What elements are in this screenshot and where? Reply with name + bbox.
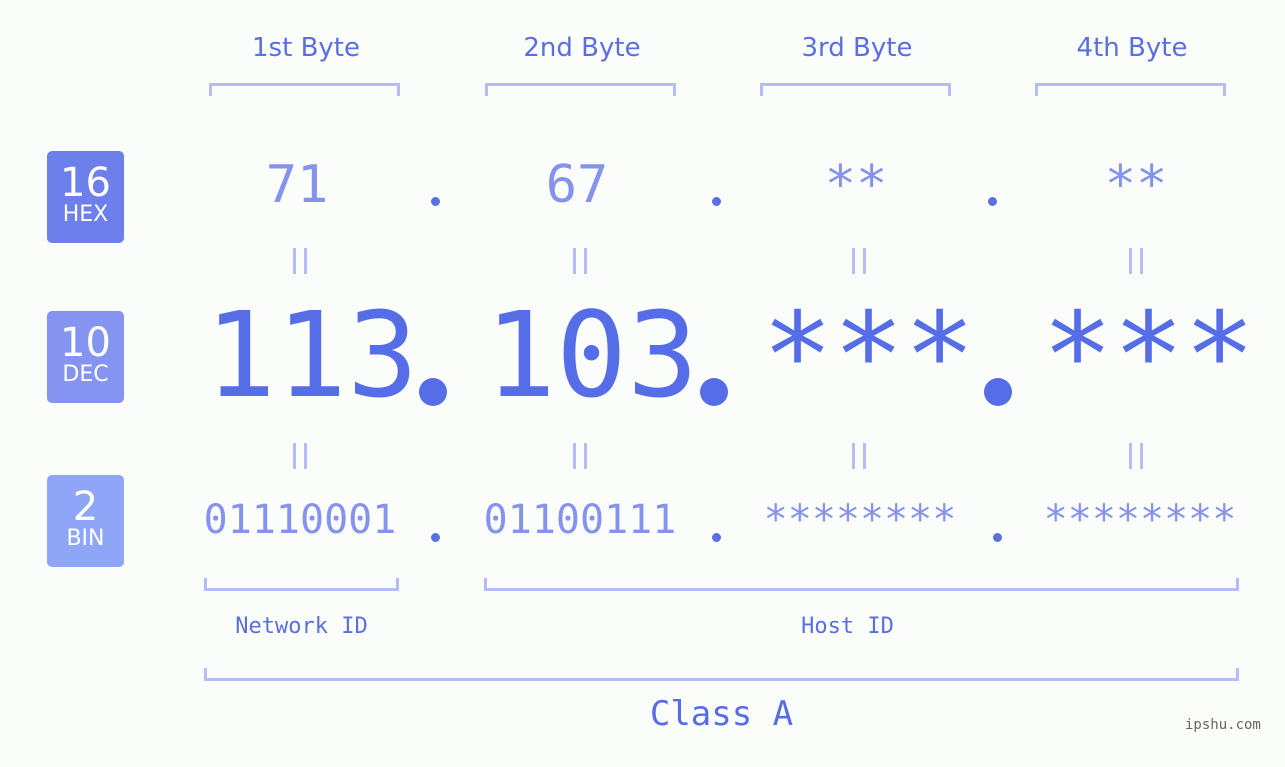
network-id-bracket: [204, 578, 399, 591]
dec-byte-2: 103: [485, 286, 699, 424]
equals-icon: [1129, 248, 1143, 274]
equals-icon: [573, 248, 587, 274]
equals-icon: [293, 248, 307, 274]
dec-separator-dot: [984, 378, 1012, 406]
network-id-label: Network ID: [235, 614, 368, 639]
equals-icon: [852, 443, 866, 469]
bin-separator-dot: [993, 533, 1002, 542]
hex-separator-dot: [988, 197, 997, 206]
hex-byte-2: 67: [545, 155, 609, 215]
bin-separator-dot: [431, 533, 440, 542]
dec-base-number: 10: [60, 320, 111, 366]
dec-badge: 10 DEC: [47, 311, 124, 403]
byte-header-4: 4th Byte: [1076, 33, 1188, 63]
hex-byte-3: **: [824, 155, 888, 215]
hex-byte-4: **: [1104, 155, 1168, 215]
byte-bracket-3: [760, 83, 951, 96]
byte-bracket-1: [209, 83, 400, 96]
bin-separator-dot: [712, 533, 721, 542]
byte-header-1: 1st Byte: [252, 33, 360, 63]
bin-byte-1: 01110001: [203, 497, 397, 543]
byte-bracket-4: [1035, 83, 1226, 96]
dec-separator-dot: [700, 378, 728, 406]
bin-base-number: 2: [72, 484, 99, 530]
bin-base-label: BIN: [66, 526, 105, 551]
hex-base-number: 16: [60, 160, 111, 206]
dec-byte-1: 113: [205, 286, 419, 424]
watermark: ipshu.com: [1185, 717, 1261, 733]
hex-badge: 16 HEX: [47, 151, 124, 243]
bin-byte-4: ********: [1043, 497, 1237, 543]
dec-separator-dot: [419, 378, 447, 406]
dec-base-label: DEC: [62, 362, 109, 387]
byte-header-2: 2nd Byte: [523, 33, 641, 63]
dec-byte-4: ***: [1042, 286, 1256, 424]
class-bracket: [204, 668, 1239, 681]
hex-separator-dot: [712, 197, 721, 206]
host-id-bracket: [484, 578, 1239, 591]
equals-icon: [293, 443, 307, 469]
hex-base-label: HEX: [62, 202, 109, 227]
bin-byte-2: 01100111: [483, 497, 677, 543]
equals-icon: [573, 443, 587, 469]
bin-byte-3: ********: [763, 497, 957, 543]
class-label: Class A: [649, 694, 794, 734]
equals-icon: [1129, 443, 1143, 469]
byte-header-3: 3rd Byte: [801, 33, 913, 63]
byte-bracket-2: [485, 83, 676, 96]
hex-byte-1: 71: [265, 155, 329, 215]
dec-byte-3: ***: [762, 286, 976, 424]
hex-separator-dot: [431, 197, 440, 206]
bin-badge: 2 BIN: [47, 475, 124, 567]
equals-icon: [852, 248, 866, 274]
host-id-label: Host ID: [801, 614, 894, 639]
